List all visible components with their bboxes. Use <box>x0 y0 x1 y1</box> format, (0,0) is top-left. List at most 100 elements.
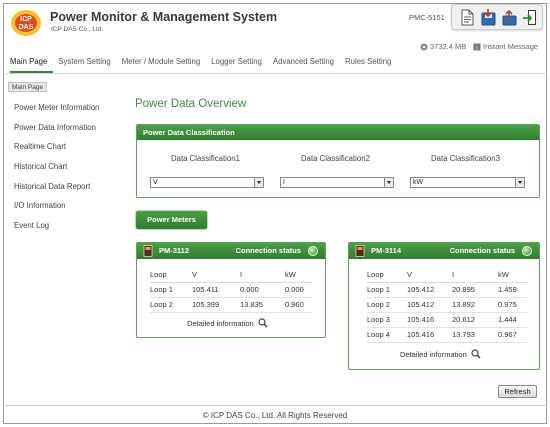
classification1-label: Data Classification1 <box>171 154 240 163</box>
cell: 105.399 <box>192 297 240 313</box>
meter-icon <box>143 245 153 263</box>
classification-panel: Power Data Classification Data Classific… <box>136 124 540 198</box>
classification3-label: Data Classification3 <box>431 154 500 163</box>
table-row: Loop 2 105.412 13.892 0.975 <box>367 297 527 313</box>
cell: 0.975 <box>498 297 527 313</box>
upload-icon[interactable] <box>500 8 518 27</box>
table-header-row: Loop V I kW <box>367 267 527 283</box>
cell: 13.892 <box>452 297 498 313</box>
document-icon[interactable] <box>458 8 476 27</box>
nav-divider <box>3 73 547 74</box>
svg-text:DAS: DAS <box>19 24 34 31</box>
main-nav: Main Page System Setting Meter / Module … <box>10 57 402 70</box>
cell: 0.000 <box>240 282 285 298</box>
cell: 20.895 <box>452 282 498 298</box>
memory-status: 3732.4 MB <box>420 42 466 51</box>
meter-header: PM-3112 Connection status <box>137 243 325 259</box>
sidebar-item-historical-chart[interactable]: Historical Chart <box>14 162 99 182</box>
meter-table: Loop V I kW Loop 1 105.412 20.895 1.459 … <box>367 267 527 343</box>
cell: 0.960 <box>285 297 312 313</box>
app-title: Power Monitor & Management System <box>50 10 278 24</box>
cell: 0.000 <box>285 282 312 298</box>
nav-advanced-setting[interactable]: Advanced Setting <box>273 57 334 70</box>
classification2-select[interactable]: I <box>280 177 394 188</box>
power-meters-button[interactable]: Power Meters <box>136 211 207 229</box>
meter-name: PM-3112 <box>159 246 190 255</box>
sidebar-item-historical-data-report[interactable]: Historical Data Report <box>14 182 99 202</box>
svg-text:ICP: ICP <box>20 16 32 23</box>
col-header: I <box>452 267 498 283</box>
col-header: Loop <box>150 267 192 283</box>
classification2-label: Data Classification2 <box>301 154 370 163</box>
meter-card-pm-3114: PM-3114 Connection status Loop V I kW Lo… <box>348 242 540 370</box>
breadcrumb: Main Page <box>8 82 48 92</box>
meter-icon <box>355 245 365 263</box>
cell: 0.967 <box>498 327 527 343</box>
sidebar-item-event-log[interactable]: Event Log <box>14 221 99 241</box>
cell: 13.793 <box>452 327 498 343</box>
detailed-information-label: Detailed information <box>187 318 254 328</box>
page-title: Power Data Overview <box>135 98 247 110</box>
meter-name: PM-3114 <box>371 246 402 255</box>
cell: 105.412 <box>407 297 452 313</box>
detailed-information-label: Detailed information <box>400 349 467 359</box>
nav-logger-setting[interactable]: Logger Setting <box>211 57 262 70</box>
cell: Loop 2 <box>150 297 192 313</box>
cell: 1.444 <box>498 312 527 328</box>
model-number: PMC-5151 <box>409 13 445 22</box>
nav-meter-module-setting[interactable]: Meter / Module Setting <box>122 57 200 70</box>
col-header: Loop <box>367 267 407 283</box>
instant-message-link[interactable]: i Instant Message <box>473 42 538 51</box>
footer-copyright: © ICP DAS Co., Ltd. All Rights Reserved <box>202 411 348 420</box>
table-row: Loop 3 105.416 20.612 1.444 <box>367 312 527 328</box>
refresh-button[interactable]: Refresh <box>498 385 537 398</box>
chevron-down-icon <box>254 178 263 187</box>
sidebar-item-realtime-chart[interactable]: Realtime Chart <box>14 142 99 162</box>
icpdas-logo: ICP DAS <box>10 8 42 38</box>
meter-card-pm-3112: PM-3112 Connection status Loop V I kW Lo… <box>136 242 326 338</box>
toolbar <box>451 4 543 30</box>
col-header: kW <box>498 267 527 283</box>
classification2-value: I <box>283 179 285 186</box>
meter-table: Loop V I kW Loop 1 105.411 0.000 0.000 L… <box>150 267 312 313</box>
connection-status-label: Connection status <box>449 246 515 255</box>
message-icon: i <box>473 43 481 51</box>
sidebar-item-power-data-information[interactable]: Power Data Information <box>14 123 99 143</box>
col-header: I <box>240 267 285 283</box>
memory-value: 3732.4 MB <box>430 42 467 51</box>
cell: Loop 1 <box>367 282 407 298</box>
nav-main-page[interactable]: Main Page <box>10 57 47 70</box>
connection-status-led-icon <box>522 246 532 256</box>
save-icon[interactable] <box>479 8 497 27</box>
cell: 105.416 <box>407 327 452 343</box>
col-header: V <box>407 267 452 283</box>
cell: 1.459 <box>498 282 527 298</box>
classification3-value: kW <box>413 179 424 186</box>
sidebar-item-power-meter-information[interactable]: Power Meter Information <box>14 103 99 123</box>
sidebar-item-io-information[interactable]: I/O Information <box>14 201 99 221</box>
classification1-select[interactable]: V <box>150 177 264 188</box>
connection-status-led-icon <box>308 246 318 256</box>
logout-icon[interactable] <box>521 8 539 27</box>
meter-header: PM-3114 Connection status <box>349 243 539 259</box>
connection-status-label: Connection status <box>235 246 301 255</box>
nav-system-setting[interactable]: System Setting <box>58 57 110 70</box>
cell: 105.411 <box>192 282 240 298</box>
chevron-down-icon <box>515 178 524 187</box>
classification-panel-title: Power Data Classification <box>137 125 539 140</box>
table-header-row: Loop V I kW <box>150 267 312 283</box>
table-row: Loop 4 105.416 13.793 0.967 <box>367 327 527 343</box>
chevron-down-icon <box>384 178 393 187</box>
magnifier-icon <box>471 349 481 359</box>
classification3-select[interactable]: kW <box>410 177 525 188</box>
company-name: ICP DAS Co., Ltd. <box>51 26 104 33</box>
detailed-information-link[interactable]: Detailed information <box>187 318 268 328</box>
classification1-value: V <box>153 179 158 186</box>
footer-divider <box>3 405 547 406</box>
nav-rules-setting[interactable]: Rules Setting <box>345 57 391 70</box>
cell: 13.835 <box>240 297 285 313</box>
table-row: Loop 1 105.412 20.895 1.459 <box>367 282 527 298</box>
cell: Loop 2 <box>367 297 407 313</box>
detailed-information-link[interactable]: Detailed information <box>400 349 481 359</box>
table-row: Loop 1 105.411 0.000 0.000 <box>150 282 312 298</box>
